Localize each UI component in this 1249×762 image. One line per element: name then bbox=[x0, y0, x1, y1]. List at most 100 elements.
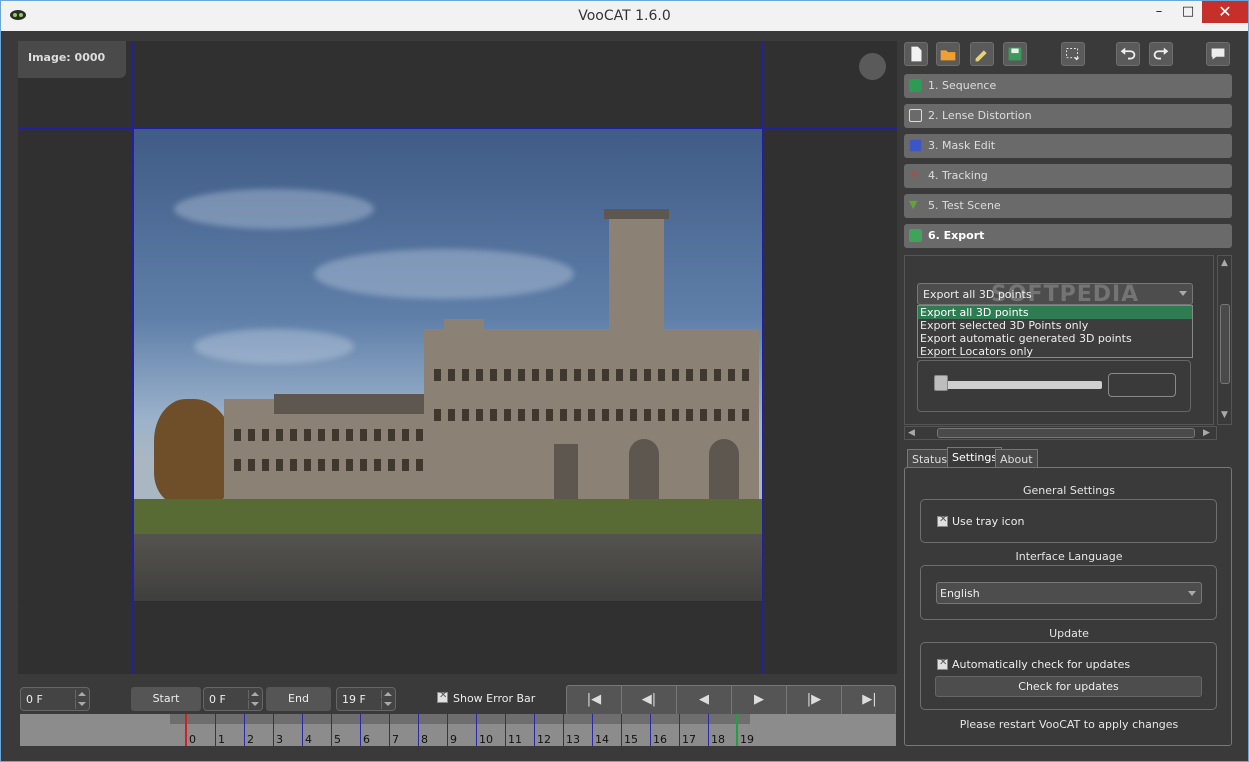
spin-down-icon[interactable] bbox=[381, 700, 393, 709]
language-value: English bbox=[940, 587, 980, 600]
image-viewer[interactable]: Image: 0000 bbox=[18, 41, 897, 674]
tray-checkbox[interactable] bbox=[937, 514, 948, 527]
timeline-tick-label: 6 bbox=[363, 733, 370, 746]
first-frame-icon[interactable]: |◀ bbox=[567, 686, 622, 714]
dropdown-option[interactable]: Export selected 3D Points only bbox=[918, 319, 1192, 332]
undo-icon[interactable] bbox=[1116, 42, 1140, 66]
test-scene-icon: ▼ bbox=[909, 198, 918, 211]
scroll-down-icon[interactable]: ▼ bbox=[1221, 410, 1228, 420]
timeline[interactable]: 0 1 2 3 4 5 6 7 8 9 10 11 12 13 14 15 16 17 18 19 bbox=[20, 714, 896, 746]
panel-label: 5. Test Scene bbox=[928, 199, 1001, 212]
prev-key-icon[interactable]: ◀| bbox=[622, 686, 677, 714]
export-type-dropdown[interactable]: Export all 3D points Export selected 3D … bbox=[917, 305, 1193, 358]
export-value-field[interactable] bbox=[1108, 373, 1176, 397]
end-frame-spinbox[interactable]: 19 F bbox=[336, 687, 396, 711]
timeline-tick-label: 5 bbox=[334, 733, 341, 746]
view-mode-button[interactable] bbox=[859, 53, 886, 80]
next-key-icon[interactable]: |▶ bbox=[787, 686, 842, 714]
edit-icon[interactable] bbox=[970, 42, 994, 66]
timeline-tick-label: 0 bbox=[189, 733, 196, 746]
scroll-left-icon[interactable]: ◀ bbox=[908, 428, 915, 438]
language-box: English bbox=[920, 565, 1217, 620]
panel-mask-edit[interactable]: 3. Mask Edit bbox=[904, 134, 1232, 158]
tab-about[interactable]: About bbox=[995, 449, 1038, 468]
selection-tool-icon[interactable] bbox=[1061, 42, 1085, 66]
dropdown-option[interactable]: Export Locators only bbox=[918, 345, 1192, 358]
start-label: Start bbox=[131, 687, 201, 711]
error-bar-checkbox[interactable] bbox=[437, 690, 448, 703]
timeline-tick-label: 16 bbox=[653, 733, 667, 746]
dropdown-option[interactable]: Export automatic generated 3D points bbox=[918, 332, 1192, 345]
timeline-tick bbox=[418, 714, 419, 746]
save-icon[interactable] bbox=[1003, 42, 1027, 66]
timeline-tick bbox=[447, 714, 448, 746]
export-slider-handle[interactable] bbox=[934, 375, 948, 391]
export-slider-track[interactable] bbox=[934, 381, 1102, 389]
tab-status[interactable]: Status bbox=[907, 449, 953, 468]
start-frame-value: 0 F bbox=[209, 693, 226, 706]
open-folder-icon[interactable] bbox=[936, 42, 960, 66]
error-bar-label: Show Error Bar bbox=[453, 692, 536, 705]
panel-test-scene[interactable]: ▼ 5. Test Scene bbox=[904, 194, 1232, 218]
scrollbar-thumb[interactable] bbox=[937, 428, 1195, 438]
panel-lense-distortion[interactable]: 2. Lense Distortion bbox=[904, 104, 1232, 128]
language-select[interactable]: English bbox=[936, 582, 1202, 604]
panel-label: 1. Sequence bbox=[928, 79, 997, 92]
end-marker[interactable] bbox=[736, 714, 738, 746]
export-vertical-scrollbar[interactable]: ▲ ▼ bbox=[1217, 255, 1232, 425]
spin-up-icon[interactable] bbox=[381, 690, 393, 699]
auto-update-checkbox[interactable] bbox=[937, 657, 948, 670]
start-frame-spinbox[interactable]: 0 F bbox=[203, 687, 263, 711]
export-horizontal-scrollbar[interactable]: ◀ ▶ bbox=[904, 426, 1217, 440]
current-frame-spinbox[interactable]: 0 F bbox=[20, 687, 90, 711]
panel-sequence[interactable]: 1. Sequence bbox=[904, 74, 1232, 98]
next-frame-icon[interactable]: ▶ bbox=[732, 686, 787, 714]
tab-settings[interactable]: Settings bbox=[947, 447, 1003, 468]
mask-icon bbox=[909, 139, 922, 152]
maximize-button[interactable]: □ bbox=[1171, 1, 1205, 23]
current-frame-value: 0 F bbox=[26, 693, 43, 706]
timeline-tick bbox=[650, 714, 651, 746]
general-settings-title: General Settings bbox=[1023, 484, 1115, 497]
export-options-group bbox=[917, 360, 1191, 412]
panel-tracking[interactable]: + 4. Tracking bbox=[904, 164, 1232, 188]
chevron-down-icon bbox=[1188, 591, 1196, 596]
spin-down-icon[interactable] bbox=[248, 700, 260, 709]
close-button[interactable]: ✕ bbox=[1202, 1, 1248, 23]
scrollbar-thumb[interactable] bbox=[1220, 304, 1230, 384]
timeline-tick bbox=[505, 714, 506, 746]
timeline-tick bbox=[244, 714, 245, 746]
scroll-up-icon[interactable]: ▲ bbox=[1221, 258, 1228, 268]
settings-panel: General Settings Use tray icon Interface… bbox=[904, 467, 1232, 746]
timeline-tick bbox=[360, 714, 361, 746]
timeline-tick bbox=[331, 714, 332, 746]
tray-label: Use tray icon bbox=[952, 515, 1025, 528]
start-marker[interactable] bbox=[185, 714, 187, 746]
spin-down-icon[interactable] bbox=[75, 700, 87, 709]
timeline-tick-label: 14 bbox=[595, 733, 609, 746]
end-frame-value: 19 F bbox=[342, 693, 366, 706]
scroll-right-icon[interactable]: ▶ bbox=[1203, 428, 1210, 438]
general-settings-box: Use tray icon bbox=[920, 499, 1217, 543]
dropdown-option[interactable]: Export all 3D points bbox=[918, 306, 1192, 319]
main-toolbar bbox=[904, 41, 1234, 71]
timeline-tick-label: 11 bbox=[508, 733, 522, 746]
timeline-tick-label: 15 bbox=[624, 733, 638, 746]
last-frame-icon[interactable]: ▶| bbox=[842, 686, 897, 714]
timeline-tick bbox=[679, 714, 680, 746]
feedback-icon[interactable] bbox=[1206, 42, 1230, 66]
redo-icon[interactable] bbox=[1149, 42, 1173, 66]
language-title: Interface Language bbox=[1015, 550, 1123, 563]
timeline-tick bbox=[534, 714, 535, 746]
window-title: VooCAT 1.6.0 bbox=[578, 8, 671, 24]
export-icon bbox=[909, 229, 922, 242]
spin-up-icon[interactable] bbox=[75, 690, 87, 699]
panel-export[interactable]: 6. Export bbox=[904, 224, 1232, 248]
check-updates-button[interactable]: Check for updates bbox=[935, 676, 1202, 697]
prev-frame-icon[interactable]: ◀ bbox=[677, 686, 732, 714]
title-bar: VooCAT 1.6.0 – □ ✕ bbox=[1, 1, 1248, 31]
spin-up-icon[interactable] bbox=[248, 690, 260, 699]
new-file-icon[interactable] bbox=[904, 42, 928, 66]
panel-label: 4. Tracking bbox=[928, 169, 988, 182]
timeline-tick-label: 3 bbox=[276, 733, 283, 746]
